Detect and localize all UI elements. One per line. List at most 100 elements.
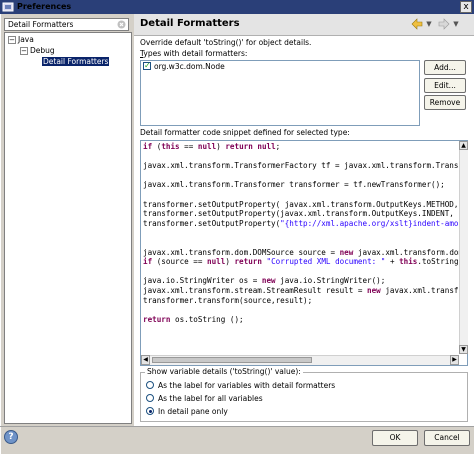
radio-label: As the label for all variables	[158, 394, 263, 403]
code-token: +	[385, 257, 400, 267]
code-line: if (this == null) return null;	[143, 142, 459, 152]
scroll-thumb[interactable]	[152, 357, 312, 363]
window-title: Preferences	[17, 2, 72, 11]
tree-item-detail-formatters[interactable]: Detail Formatters	[5, 56, 131, 67]
back-dropdown-icon[interactable]: ▼	[425, 18, 433, 30]
code-line: transformer.setOutputProperty(javax.xml.…	[143, 209, 459, 219]
code-token: if	[143, 257, 153, 267]
code-token: .toString();	[417, 257, 459, 267]
code-line: transformer.transform(source,result);	[143, 296, 459, 306]
preferences-window-icon	[2, 2, 14, 12]
remove-button[interactable]: Remove	[424, 95, 466, 110]
tree-item-label: Java	[18, 35, 34, 44]
close-button[interactable]: x	[460, 1, 472, 13]
scroll-left-icon[interactable]: ◀	[141, 355, 150, 365]
code-token: return	[234, 257, 262, 267]
code-line: javax.xml.transform.stream.StreamResult …	[143, 286, 459, 296]
list-item[interactable]: org.w3c.dom.Node	[143, 61, 225, 72]
code-token: if	[143, 142, 153, 151]
code-line: transformer.setOutputProperty( javax.xml…	[143, 200, 459, 210]
collapse-icon[interactable]: −	[20, 47, 28, 55]
code-line: java.io.StringWriter os = new java.io.St…	[143, 276, 459, 286]
code-token: null	[197, 142, 217, 151]
radio-button[interactable]	[146, 381, 154, 389]
radio-option-formatted-label[interactable]: As the label for variables with detail f…	[146, 380, 335, 391]
code-token: transformer.setOutputProperty( javax.xml…	[143, 199, 459, 209]
tree-item-java[interactable]: − Java	[5, 34, 131, 45]
scroll-up-icon[interactable]: ▲	[459, 141, 468, 150]
cancel-button[interactable]: Cancel	[424, 430, 470, 446]
radio-option-detail-pane[interactable]: In detail pane only	[146, 406, 228, 417]
group-title: Show variable details ('toString()' valu…	[145, 367, 303, 377]
code-token: javax.xml.transform.dom.DOMSource(	[357, 247, 459, 257]
code-token: transformer.setOutputProperty(	[143, 218, 281, 228]
radio-option-all-label[interactable]: As the label for all variables	[146, 393, 263, 404]
forward-arrow-icon[interactable]	[437, 18, 451, 30]
code-token: java.io.StringWriter();	[275, 276, 386, 286]
code-token: this	[161, 142, 180, 151]
code-token: ==	[179, 142, 198, 151]
code-token: os.toString ();	[170, 314, 244, 324]
code-line: return os.toString ();	[143, 315, 459, 325]
help-icon[interactable]: ?	[4, 430, 18, 444]
code-line: transformer.setOutputProperty("{http://x…	[143, 219, 459, 229]
footer-divider	[0, 426, 474, 427]
tree-item-label: Detail Formatters	[42, 57, 110, 66]
collapse-icon[interactable]: −	[8, 36, 16, 44]
radio-button[interactable]	[146, 394, 154, 402]
preference-tree[interactable]: − Java − Debug Detail Formatters	[4, 32, 132, 424]
edit-button[interactable]: Edit...	[424, 78, 466, 93]
code-token: transformer.transform(source,result);	[143, 295, 313, 305]
code-token: new	[339, 247, 354, 257]
code-line: javax.xml.transform.dom.DOMSource source…	[143, 248, 459, 258]
code-token: this	[399, 257, 418, 267]
code-snippet[interactable]: if (this == null) return null; javax.xml.…	[143, 142, 459, 354]
code-token: return	[143, 314, 171, 324]
page-title: Detail Formatters	[140, 18, 240, 29]
scroll-down-icon[interactable]: ▼	[459, 345, 468, 354]
filter-input[interactable]: Detail Formatters	[4, 18, 129, 31]
scroll-right-icon[interactable]: ▶	[450, 355, 459, 365]
code-token: javax.xml.transform.dom.DOMSource source…	[143, 247, 340, 257]
radio-label: In detail pane only	[158, 407, 228, 416]
list-item-label: org.w3c.dom.Node	[154, 62, 225, 71]
code-line: javax.xml.transform.TransformerFactory t…	[143, 161, 459, 171]
code-token: javax.xml.transform.Transformer transfor…	[143, 180, 445, 190]
code-token: (source ==	[152, 257, 208, 267]
code-token: javax.xml.transform.TransformerFactory t…	[143, 161, 459, 171]
code-token: "{http://xml.apache.org/xslt}indent-amou…	[280, 218, 459, 228]
radio-button[interactable]	[146, 407, 154, 415]
types-label: Types with detail formatters:	[140, 49, 247, 59]
radio-label: As the label for variables with detail f…	[158, 381, 336, 390]
code-token: java.io.StringWriter os =	[143, 276, 262, 286]
tree-item-debug[interactable]: − Debug	[5, 45, 131, 56]
code-token: (	[152, 142, 162, 151]
code-token: "Corrupted XML document: "	[266, 257, 386, 267]
code-token: new	[261, 276, 276, 286]
code-token: return	[225, 142, 253, 151]
forward-dropdown-icon[interactable]: ▼	[452, 18, 460, 30]
add-button[interactable]: Add...	[424, 60, 466, 75]
code-token: transformer.setOutputProperty(javax.xml.…	[143, 209, 459, 219]
back-arrow-icon[interactable]	[410, 18, 424, 30]
checkbox[interactable]	[143, 61, 151, 71]
ok-button[interactable]: OK	[372, 430, 418, 446]
tree-item-label: Debug	[30, 46, 55, 55]
vertical-scrollbar[interactable]	[459, 141, 468, 353]
code-line: if (source == null) return "Corrupted XM…	[143, 257, 459, 267]
code-token: null	[257, 142, 276, 151]
code-token: javax.xml.transform.stream.StreamResult(…	[385, 285, 459, 295]
code-token: ;	[275, 142, 281, 151]
code-token: null	[207, 257, 226, 267]
types-label-text: ypes with detail formatters:	[143, 49, 248, 58]
code-token: new	[367, 285, 381, 295]
clear-filter-icon[interactable]	[117, 20, 126, 29]
code-line: javax.xml.transform.Transformer transfor…	[143, 180, 459, 190]
